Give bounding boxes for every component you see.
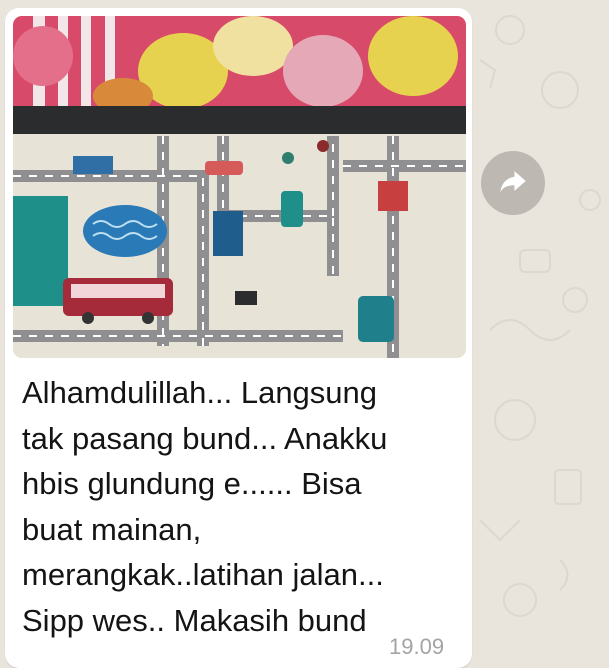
message-text: Alhamdulillah... Langsung tak pasang bun… xyxy=(22,375,388,638)
message-timestamp: 19.09 xyxy=(389,634,445,659)
forward-button[interactable] xyxy=(481,151,545,215)
photo-of-play-mat[interactable] xyxy=(13,16,466,358)
message-bubble[interactable]: Alhamdulillah... Langsung tak pasang bun… xyxy=(5,8,472,668)
share-forward-icon xyxy=(496,164,530,203)
